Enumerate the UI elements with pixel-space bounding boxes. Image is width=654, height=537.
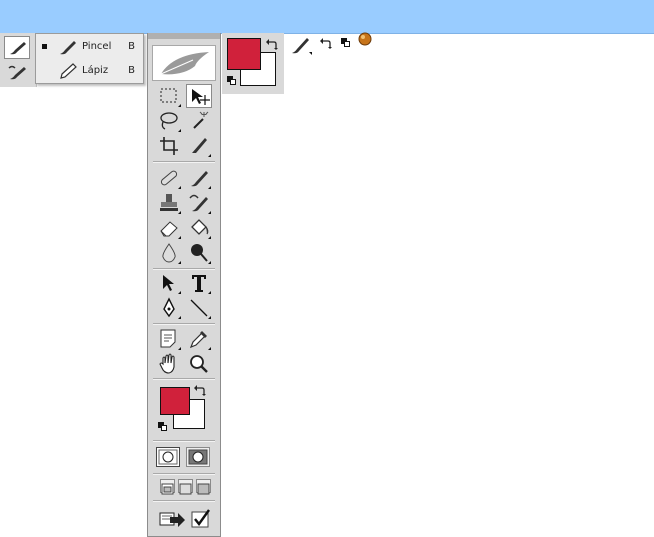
history-brush-tool[interactable] <box>186 191 212 215</box>
brush-icon[interactable] <box>289 34 313 56</box>
eraser-icon <box>160 221 178 237</box>
toolbox-grip[interactable] <box>148 33 220 39</box>
standard-screen-icon <box>161 483 174 495</box>
toolbox-divider <box>153 323 215 325</box>
notes-tool[interactable] <box>156 327 182 351</box>
history-brush-icon <box>8 65 26 80</box>
flyout-item-label: Pincel <box>82 41 112 52</box>
standard-mode-button[interactable] <box>156 447 180 467</box>
swap-colors-icon[interactable] <box>266 38 278 50</box>
move-icon <box>192 89 210 105</box>
lasso-tool[interactable] <box>156 109 182 133</box>
healing-brush-tool[interactable] <box>156 166 182 190</box>
title-bar <box>0 0 654 34</box>
eyedropper-icon <box>189 331 207 349</box>
full-screen-icon <box>197 483 210 495</box>
flyout-item-pincel[interactable]: Pincel B <box>36 35 143 59</box>
pen-icon <box>163 297 175 318</box>
brush-tool-button[interactable] <box>4 36 30 59</box>
brush-flyout-menu: Pincel B Lápiz B <box>35 33 144 84</box>
flyout-item-shortcut: B <box>128 41 135 52</box>
lasso-icon <box>160 112 178 130</box>
toolbox-divider <box>153 473 215 475</box>
slice-icon <box>192 138 207 153</box>
hand-icon <box>159 353 175 374</box>
magic-wand-tool[interactable] <box>186 109 212 133</box>
toolbox-divider <box>153 378 215 380</box>
pencil-icon <box>60 63 77 79</box>
brush-tool[interactable] <box>186 166 212 190</box>
color-options-panel <box>222 33 284 94</box>
status-orb-icon[interactable] <box>357 31 373 47</box>
notes-icon <box>160 329 176 348</box>
dodge-icon <box>191 244 208 262</box>
toolbox-divider <box>153 440 215 442</box>
magic-wand-icon <box>193 111 209 129</box>
jump-to-imageready-icon <box>159 512 185 527</box>
toolbox-panel <box>147 33 221 537</box>
type-icon <box>192 275 206 292</box>
dodge-tool[interactable] <box>186 241 212 265</box>
crop-icon <box>160 137 178 155</box>
line-tool[interactable] <box>186 296 212 320</box>
paint-bucket-icon <box>191 219 209 235</box>
foreground-color-swatch[interactable] <box>227 38 261 70</box>
history-brush-icon <box>189 194 208 212</box>
clone-stamp-tool[interactable] <box>156 191 182 215</box>
history-brush-tool-button[interactable] <box>4 61 30 84</box>
path-selection-tool[interactable] <box>156 271 182 295</box>
eraser-tool[interactable] <box>156 216 182 240</box>
standard-screen-mode-button[interactable] <box>160 479 175 495</box>
checkmark-button[interactable] <box>188 507 214 531</box>
swap-colors-icon[interactable] <box>194 384 206 396</box>
eyedropper-tool[interactable] <box>186 327 212 351</box>
flyout-item-shortcut: B <box>128 65 135 76</box>
flyout-item-label: Lápiz <box>82 65 109 76</box>
standard-mode-icon <box>158 449 178 465</box>
blur-icon <box>162 243 176 263</box>
crop-tool[interactable] <box>156 134 182 158</box>
toolbox-divider <box>153 161 215 163</box>
type-tool[interactable] <box>186 271 212 295</box>
checkmark-icon <box>191 509 210 528</box>
default-colors-icon[interactable] <box>341 38 350 47</box>
toolbox-divider <box>153 268 215 270</box>
pen-tool[interactable] <box>156 296 182 320</box>
flyout-item-lapiz[interactable]: Lápiz B <box>36 59 143 83</box>
path-selection-icon <box>163 275 174 291</box>
rectangular-marquee-icon <box>160 88 177 103</box>
zoom-tool[interactable] <box>186 352 212 376</box>
paint-bucket-tool[interactable] <box>186 216 212 240</box>
zoom-icon <box>190 355 208 373</box>
quick-mask-mode-button[interactable] <box>186 447 210 467</box>
line-icon <box>190 299 208 317</box>
default-colors-icon[interactable] <box>227 76 236 85</box>
quick-mask-mode-icon <box>188 449 208 465</box>
toolbox-divider <box>153 500 215 502</box>
hand-tool[interactable] <box>156 352 182 376</box>
tool-stack <box>0 33 37 87</box>
rectangular-marquee-tool[interactable] <box>156 84 182 108</box>
foreground-color-swatch[interactable] <box>160 387 190 415</box>
full-screen-menu-icon <box>179 483 192 495</box>
jump-to-imageready-button[interactable] <box>156 507 186 531</box>
full-screen-menu-mode-button[interactable] <box>178 479 193 495</box>
full-screen-mode-button[interactable] <box>196 479 211 495</box>
move-tool[interactable] <box>186 84 212 108</box>
blur-tool[interactable] <box>156 241 182 265</box>
swap-colors-icon[interactable] <box>319 36 333 50</box>
feather-logo[interactable] <box>152 45 216 81</box>
healing-brush-icon <box>160 170 178 186</box>
default-colors-icon[interactable] <box>158 422 167 431</box>
brush-icon <box>191 171 208 187</box>
brush-icon <box>60 41 76 55</box>
brush-icon <box>10 42 26 55</box>
selected-bullet-icon <box>42 44 47 49</box>
slice-tool[interactable] <box>186 134 212 158</box>
clone-stamp-icon <box>160 194 178 211</box>
